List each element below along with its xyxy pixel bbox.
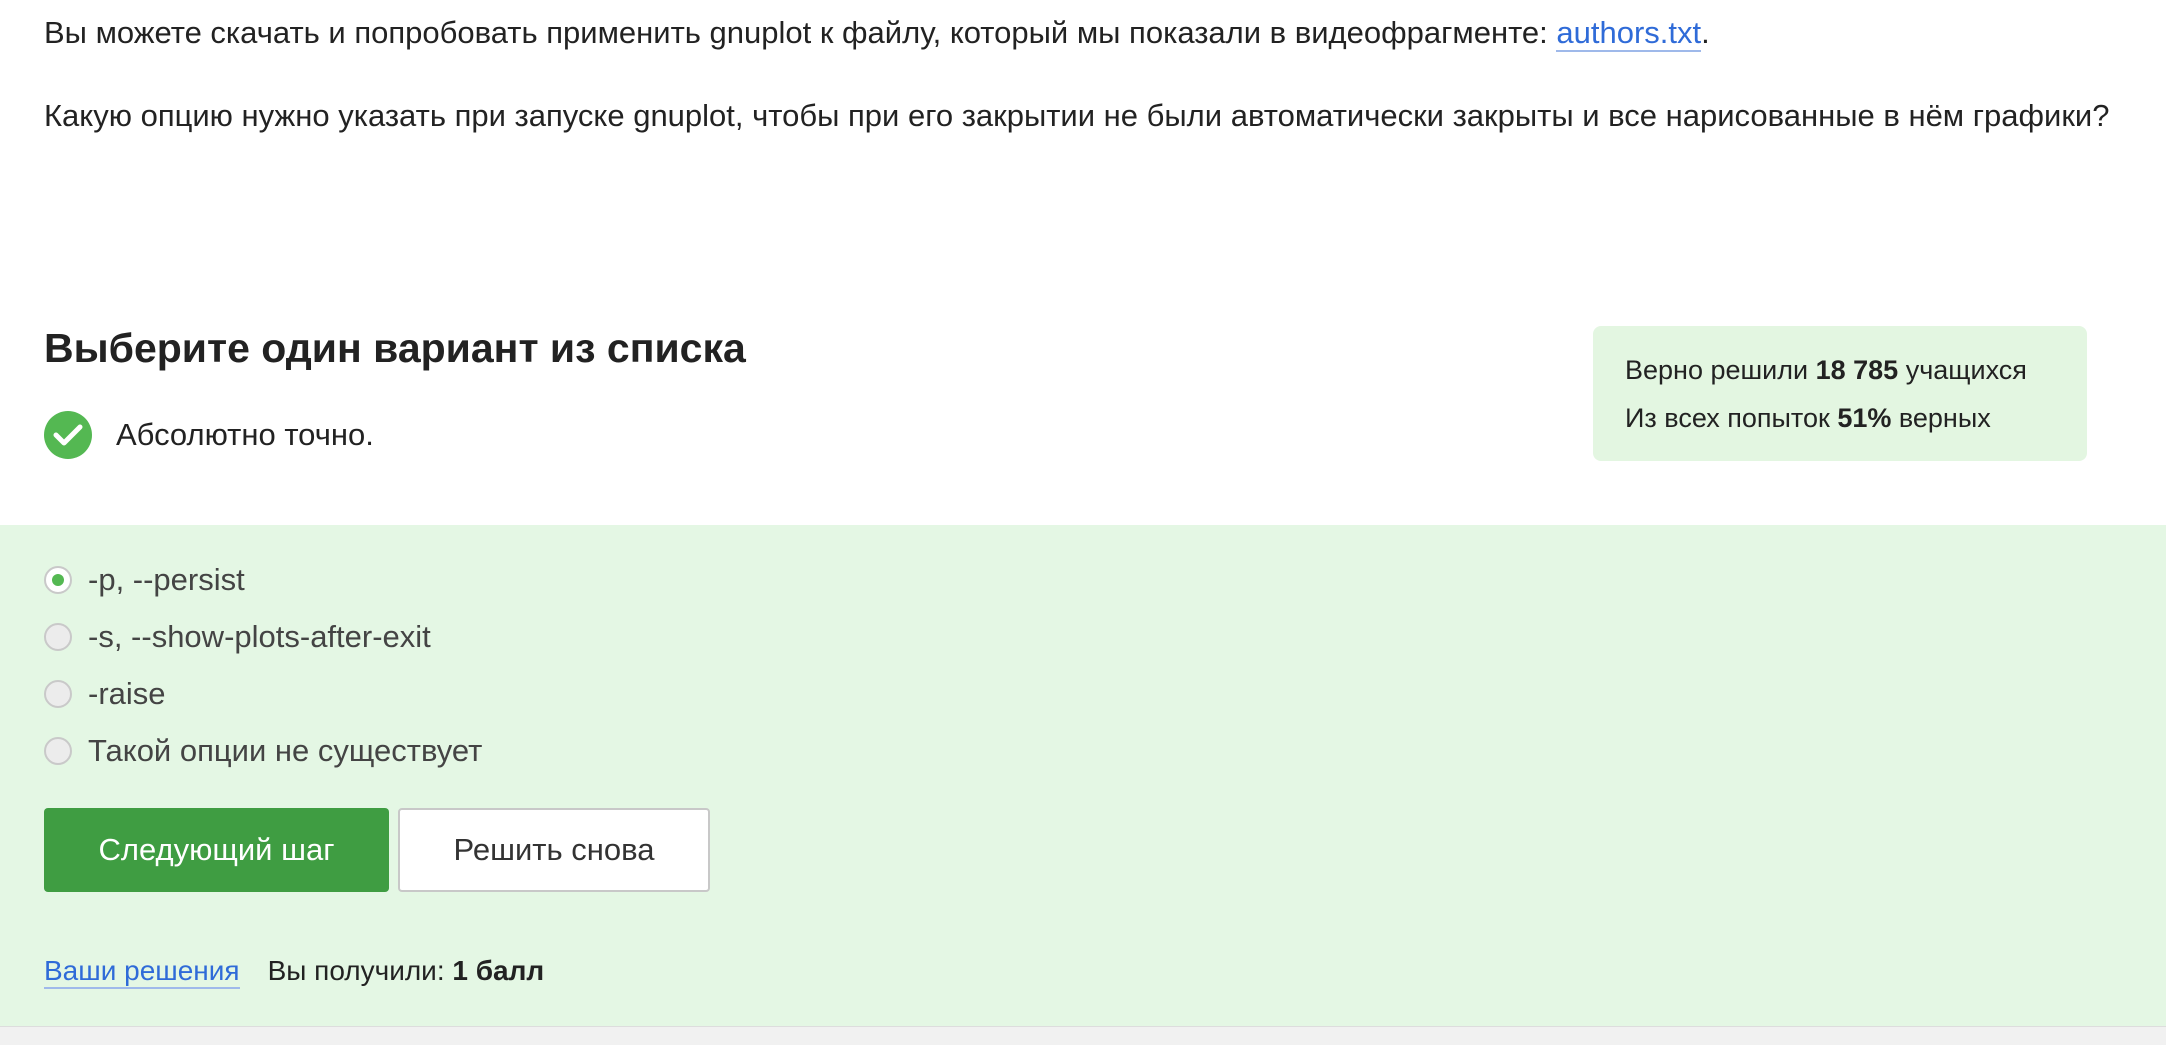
- option-none[interactable]: Такой опции не существует: [44, 733, 482, 769]
- radio-icon[interactable]: [44, 737, 72, 765]
- score-value: 1 балл: [452, 955, 545, 986]
- verdict: Абсолютно точно.: [44, 411, 374, 459]
- option-show-plots[interactable]: -s, --show-plots-after-exit: [44, 619, 431, 655]
- task-heading: Выберите один вариант из списка: [44, 325, 746, 371]
- question-text: Какую опцию нужно указать при запуске gn…: [44, 98, 2110, 133]
- radio-selected-icon[interactable]: [44, 566, 72, 594]
- score-prefix: Вы получили:: [267, 955, 453, 986]
- option-label: -s, --show-plots-after-exit: [88, 619, 431, 654]
- score-text: Вы получили: 1 балл: [268, 955, 545, 987]
- stats-percent-line: Из всех попыток 51% верных: [1625, 394, 2055, 442]
- step-text: Вы можете скачать и попробовать применит…: [44, 8, 2124, 141]
- footer: Ваши решения Вы получили: 1 балл: [44, 955, 544, 989]
- option-persist[interactable]: -p, --persist: [44, 562, 245, 598]
- stats-solved-line: Верно решили 18 785 учащихся: [1625, 346, 2055, 394]
- download-paragraph: Вы можете скачать и попробовать применит…: [44, 8, 2124, 58]
- option-label: -raise: [88, 676, 166, 711]
- option-raise[interactable]: -raise: [44, 676, 166, 712]
- stats-panel: Верно решили 18 785 учащихся Из всех поп…: [1593, 326, 2087, 461]
- option-label: -p, --persist: [88, 562, 245, 597]
- download-text-end: .: [1701, 15, 1710, 50]
- stats-percent: 51%: [1837, 403, 1892, 433]
- radio-icon[interactable]: [44, 680, 72, 708]
- check-circle-icon: [44, 411, 92, 459]
- solve-again-button[interactable]: Решить снова: [398, 808, 710, 892]
- radio-icon[interactable]: [44, 623, 72, 651]
- bottom-divider: [0, 1026, 2166, 1045]
- authors-file-link[interactable]: authors.txt: [1556, 15, 1702, 52]
- your-solutions-link[interactable]: Ваши решения: [44, 955, 240, 989]
- next-step-button[interactable]: Следующий шаг: [44, 808, 389, 892]
- stats-percent-suffix: верных: [1891, 403, 1991, 433]
- stats-percent-prefix: Из всех попыток: [1625, 403, 1838, 433]
- stats-solved-suffix: учащихся: [1898, 355, 2027, 385]
- stats-solved-prefix: Верно решили: [1625, 355, 1816, 385]
- stats-solved-count: 18 785: [1815, 355, 1899, 385]
- option-label: Такой опции не существует: [88, 733, 483, 768]
- download-text: Вы можете скачать и попробовать применит…: [44, 15, 1557, 50]
- answer-panel: [0, 525, 2166, 1026]
- verdict-text: Абсолютно точно.: [116, 417, 374, 452]
